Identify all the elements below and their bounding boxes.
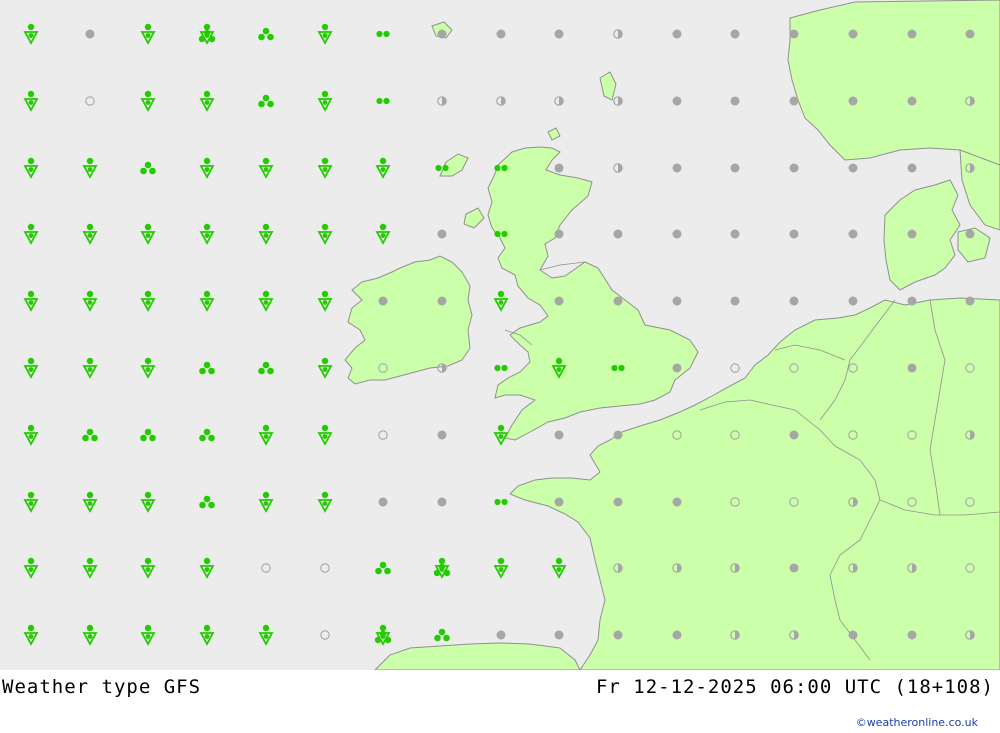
overcast-symbol <box>85 29 95 39</box>
overcast-symbol <box>496 630 506 640</box>
overcast-symbol <box>496 29 506 39</box>
overcast-symbol <box>672 163 682 173</box>
overcast-symbol <box>848 29 858 39</box>
overcast-symbol <box>730 29 740 39</box>
overcast-symbol <box>672 497 682 507</box>
credit-link[interactable]: ©weatheronline.co.uk <box>856 716 978 729</box>
overcast-symbol <box>378 296 388 306</box>
forecast-datetime: Fr 12-12-2025 06:00 UTC (18+108) <box>595 676 994 698</box>
overcast-symbol <box>965 229 975 239</box>
overcast-symbol <box>672 29 682 39</box>
overcast-symbol <box>437 296 447 306</box>
overcast-symbol <box>907 363 917 373</box>
overcast-symbol <box>907 163 917 173</box>
overcast-symbol <box>554 430 564 440</box>
overcast-symbol <box>907 29 917 39</box>
overcast-symbol <box>907 96 917 106</box>
overcast-symbol <box>789 229 799 239</box>
overcast-symbol <box>907 630 917 640</box>
overcast-symbol <box>730 229 740 239</box>
overcast-symbol <box>848 163 858 173</box>
overcast-symbol <box>789 563 799 573</box>
overcast-symbol <box>613 497 623 507</box>
overcast-symbol <box>848 229 858 239</box>
overcast-symbol <box>789 430 799 440</box>
overcast-symbol <box>672 229 682 239</box>
overcast-symbol <box>554 229 564 239</box>
overcast-symbol <box>437 229 447 239</box>
overcast-symbol <box>613 296 623 306</box>
overcast-symbol <box>613 229 623 239</box>
overcast-symbol <box>554 497 564 507</box>
overcast-symbol <box>613 430 623 440</box>
overcast-symbol <box>965 296 975 306</box>
overcast-symbol <box>378 497 388 507</box>
overcast-symbol <box>437 430 447 440</box>
overcast-symbol <box>554 630 564 640</box>
overcast-symbol <box>730 296 740 306</box>
overcast-symbol <box>848 296 858 306</box>
overcast-symbol <box>554 163 564 173</box>
overcast-symbol <box>789 296 799 306</box>
overcast-symbol <box>907 296 917 306</box>
overcast-symbol <box>789 29 799 39</box>
overcast-symbol <box>613 630 623 640</box>
overcast-symbol <box>672 630 682 640</box>
map-title: Weather type GFS <box>2 676 202 698</box>
overcast-symbol <box>848 96 858 106</box>
overcast-symbol <box>789 163 799 173</box>
overcast-symbol <box>672 363 682 373</box>
overcast-symbol <box>437 497 447 507</box>
overcast-symbol <box>730 96 740 106</box>
overcast-symbol <box>672 296 682 306</box>
overcast-symbol <box>554 296 564 306</box>
overcast-symbol <box>848 630 858 640</box>
overcast-symbol <box>907 229 917 239</box>
weather-map <box>0 0 1000 670</box>
overcast-symbol <box>789 96 799 106</box>
overcast-symbol <box>965 29 975 39</box>
overcast-symbol <box>730 163 740 173</box>
overcast-symbol <box>554 29 564 39</box>
overcast-symbol <box>672 96 682 106</box>
overcast-symbol <box>437 29 447 39</box>
